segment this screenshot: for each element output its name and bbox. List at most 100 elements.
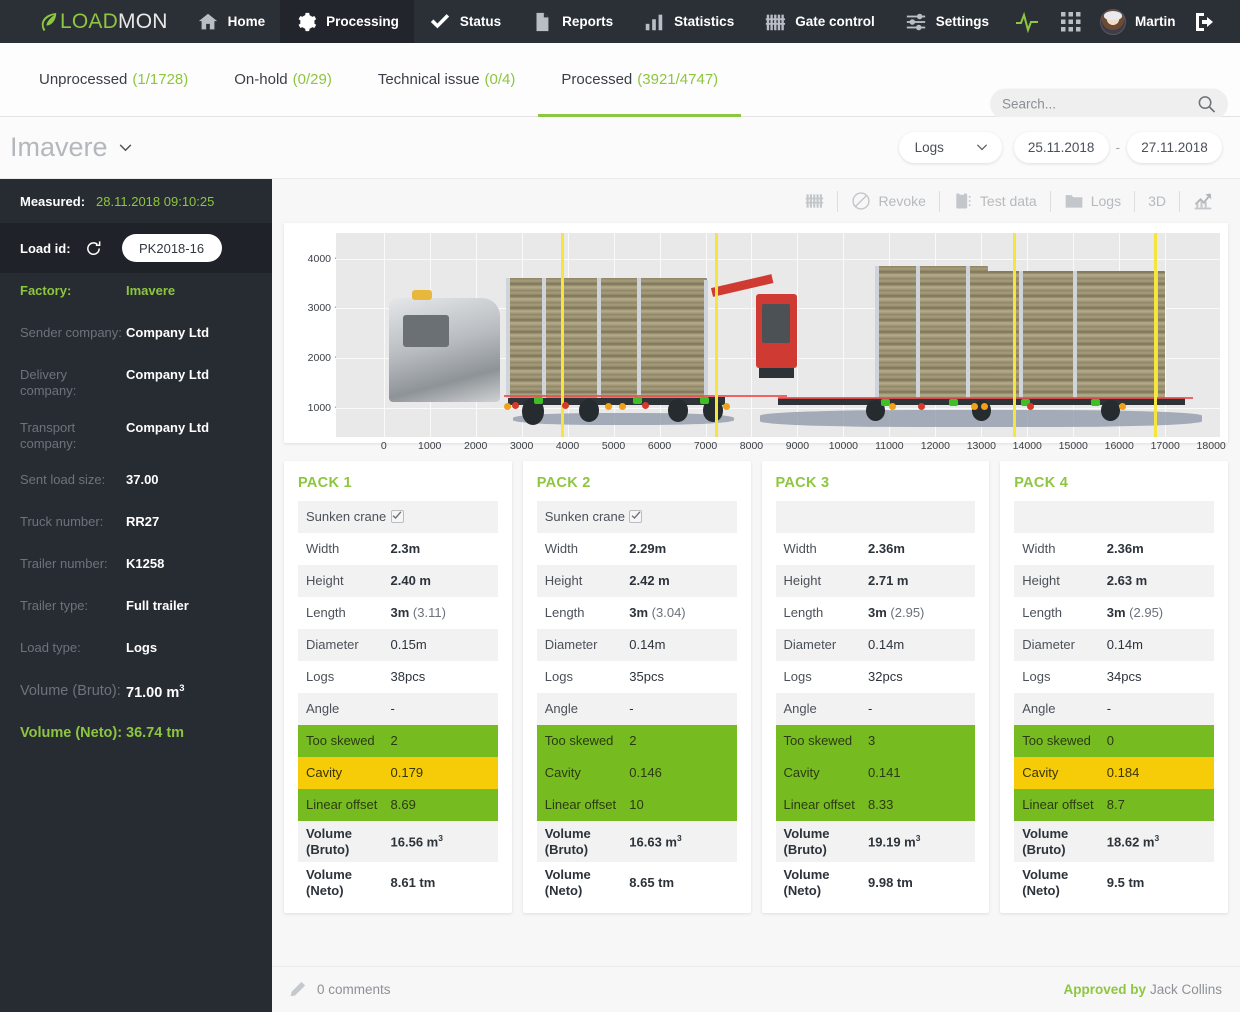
tab-processed[interactable]: Processed (3921/4747) [538,43,741,117]
pack-boundary-line [1153,233,1157,437]
pack-row-value: 2.42 m [629,573,728,589]
pack-row-value: - [1107,701,1206,717]
gate-button[interactable] [791,188,837,214]
pack-row: Linear offset 8.7 [1014,789,1214,821]
revoke-button[interactable]: Revoke [838,188,938,214]
sidebar-field-sent-load-size: Sent load size: 37.00 [0,462,272,504]
user-menu[interactable]: Martin [1092,8,1184,35]
sidebar-field-sender-company: Sender company: Company Ltd [0,315,272,357]
pack-row-label: Linear offset [306,797,378,813]
sidebar-field-volume-bruto: Volume (Bruto): 71.00 m3 [0,672,272,714]
x-tick-10000: 10000 [828,440,859,452]
pack-row-label: Length [1022,605,1063,621]
logout-button[interactable] [1183,12,1227,32]
tab-count-on-hold: (0/29) [292,71,332,88]
pack-row-value-superscript: 3 [1154,833,1160,844]
sunken-crane-checkbox[interactable] [629,509,643,523]
pack-row: Volume (Neto) 9.98 tm [776,862,976,903]
pack-title: PACK 4 [1014,475,1069,491]
pack-row: Length 3m (3.11) [298,597,498,629]
pack-row-label: Width [783,541,817,557]
pack-row: Diameter 0.15m [298,629,498,661]
pack-row-value-main: 0.14m [1106,637,1143,653]
logs-button[interactable]: Logs [1051,188,1134,214]
pack-row-value: 3m (2.95) [868,605,967,621]
pack-row-label: Height [306,573,344,589]
pack-row-value: 9.98 tm [868,875,967,891]
search-icon[interactable] [1197,95,1216,114]
sidebar-field-trailer-number-key: Trailer number: [20,556,108,571]
pulse-button[interactable] [1004,11,1050,33]
three-d-button[interactable]: 3D [1135,188,1179,214]
pack-row-label: Diameter [544,637,598,653]
pack-row-label: Sunken crane [306,509,387,525]
pack-row-value-main: 10 [629,797,644,813]
pack-row-value: 8.61 tm [391,875,490,891]
pack-row: Diameter 0.14m [536,629,737,661]
tab-unprocessed[interactable]: Unprocessed (1/1728) [16,43,211,116]
tab-technical-issue[interactable]: Technical issue (0/4) [355,43,539,116]
pack-row-value: 3m (2.95) [1107,605,1206,621]
pack-row: Height 2.40 m [298,565,498,597]
trend-chart-button[interactable] [1180,188,1226,214]
nav-item-settings[interactable]: Settings [890,0,1004,43]
pack-row: Too skewed 3 [775,725,976,757]
pack-row-value-main: 8.33 [868,797,894,813]
pack-row-value-main: 0.184 [1106,765,1140,781]
pack-title: PACK 1 [298,475,352,491]
date-from-input[interactable]: 25.11.2018 [1013,132,1109,163]
pack-row-label: Cavity [783,765,820,781]
sunken-crane-checkbox[interactable] [390,509,404,523]
pack-row-value: 32pcs [868,669,967,685]
factory-selector[interactable]: Imavere [0,132,132,163]
y-tick-2000: 2000 [308,351,339,364]
folder-icon [1065,195,1083,208]
pack-row [775,501,976,533]
pack-row-label: Height [783,573,822,589]
load-type-select[interactable]: Logs [898,132,1002,163]
status-tabs: Unprocessed (1/1728) On-hold (0/29) Tech… [0,43,741,117]
nav-item-reports[interactable]: Reports [516,0,628,43]
tab-on-hold[interactable]: On-hold (0/29) [211,43,355,116]
nav-item-status[interactable]: Status [414,0,516,43]
logs-label: Logs [1090,193,1122,209]
sidebar-field-volume-neto-value: 36.74 tm [126,725,185,741]
app-logo[interactable]: LOADMON [0,0,182,43]
pack-row: Logs 38pcs [298,661,498,693]
test-data-button[interactable]: Test data [940,188,1050,214]
pack-row-value-secondary: (2.95) [886,605,925,621]
pencil-icon [290,981,306,996]
pack-row-label: Sunken crane [544,509,625,525]
pack-row-value: 19.19 m3 [868,833,967,850]
sidebar-field-sent-load-size-value: 37.00 [126,472,159,487]
comments-button[interactable]: 0 comments [288,981,391,999]
pack-row-value: 0.14m [629,637,728,653]
pack-row-label: Linear offset [1022,797,1094,813]
nav-item-statistics[interactable]: Statistics [628,0,749,43]
nav-item-home[interactable]: Home [182,0,281,43]
marker-green [534,397,544,405]
date-from-value: 25.11.2018 [1027,140,1095,155]
apps-button[interactable] [1050,11,1092,32]
pack-row-value-main: 3 [868,733,876,749]
search-box[interactable] [990,88,1228,120]
x-tick-2000: 2000 [463,440,488,452]
load-id-value[interactable]: PK2018-16 [121,234,222,262]
nav-item-processing[interactable]: Processing [280,0,414,43]
pack-row-value: 2.3m [391,541,490,557]
search-input[interactable] [1002,96,1197,112]
pack-row-label: Volume (Neto) [783,867,830,898]
refresh-icon[interactable] [85,240,102,257]
pack-row-value-main: 2.36m [868,541,905,557]
nav-item-gate-control[interactable]: Gate control [749,0,890,43]
date-to-input[interactable]: 27.11.2018 [1127,132,1222,163]
chart-plot-area[interactable] [336,233,1220,437]
x-tick-11000: 11000 [875,440,904,452]
pack-row-label: Diameter [783,637,837,653]
pack-row: Angle - [298,693,498,725]
pack-row-value: 0.146 [629,765,728,781]
check-icon [430,13,450,28]
username-label: Martin [1134,14,1176,29]
pack-row-value-main: 0.146 [629,765,662,781]
pack-row: Volume (Bruto) 19.19 m3 [775,821,976,863]
